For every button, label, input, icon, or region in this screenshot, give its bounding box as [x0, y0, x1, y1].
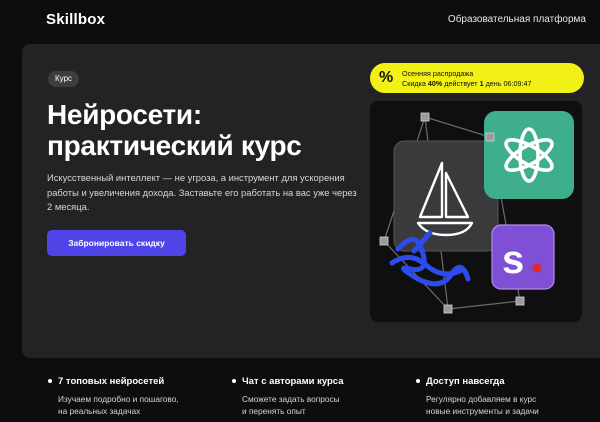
- skillbox-logo[interactable]: Skillbox: [46, 11, 105, 28]
- percent-icon: %: [379, 69, 394, 86]
- openai-tile: [484, 111, 574, 199]
- promo-timer: 06:09:47: [503, 79, 532, 88]
- letter-s-icon: s: [502, 238, 524, 282]
- promo-title: Осенняя распродажа: [402, 69, 474, 78]
- feature-title: Чат с авторами курса: [232, 376, 412, 387]
- promo-days: 1: [479, 79, 484, 88]
- hero-card: Курс Нейросети: практический курс Искусс…: [22, 44, 600, 358]
- feature-title: Доступ навсегда: [416, 376, 596, 387]
- letter-s-tile: s: [491, 224, 555, 290]
- promo-banner[interactable]: % Осенняя распродажа Скидка 40% действуе…: [370, 63, 584, 93]
- feature-desc: Сможете задать вопросы и перенять опыт: [242, 394, 340, 416]
- feature-item: Доступ навсегда Регулярно добавляем в ку…: [416, 376, 596, 417]
- feature-item: 7 топовых нейросетей Изучаем подробно и …: [48, 376, 228, 417]
- course-badge: Курс: [48, 71, 80, 87]
- red-dot: [532, 263, 542, 273]
- promo-countdown: Скидка 40% действует 1 день 06:09:47: [402, 79, 532, 88]
- feature-desc: Регулярно добавляем в курс новые инструме…: [426, 394, 539, 416]
- feature-title: 7 топовых нейросетей: [48, 376, 228, 387]
- features-row: 7 топовых нейросетей Изучаем подробно и …: [0, 376, 600, 422]
- top-bar: Skillbox Образовательная платформа: [0, 0, 600, 40]
- feature-desc: Изучаем подробно и пошагово, на реальных …: [58, 394, 179, 416]
- book-discount-button[interactable]: Забронировать скидку: [47, 230, 186, 256]
- bullet-icon: [416, 379, 420, 383]
- bullet-icon: [48, 379, 52, 383]
- course-description: Искусственный интеллект — не угроза, а и…: [47, 172, 357, 212]
- promo-discount: 40%: [427, 79, 443, 88]
- bullet-icon: [232, 379, 236, 383]
- course-illustration: s: [370, 101, 582, 322]
- sailboat-card: [393, 140, 499, 252]
- title-line-1: Нейросети:: [47, 99, 202, 130]
- illustration-svg: s: [379, 111, 574, 314]
- page-title: Нейросети: практический курс: [47, 99, 347, 161]
- feature-item: Чат с авторами курса Сможете задать вопр…: [232, 376, 412, 417]
- title-line-2: практический курс: [47, 130, 302, 161]
- header-tagline: Образовательная платформа: [447, 14, 586, 25]
